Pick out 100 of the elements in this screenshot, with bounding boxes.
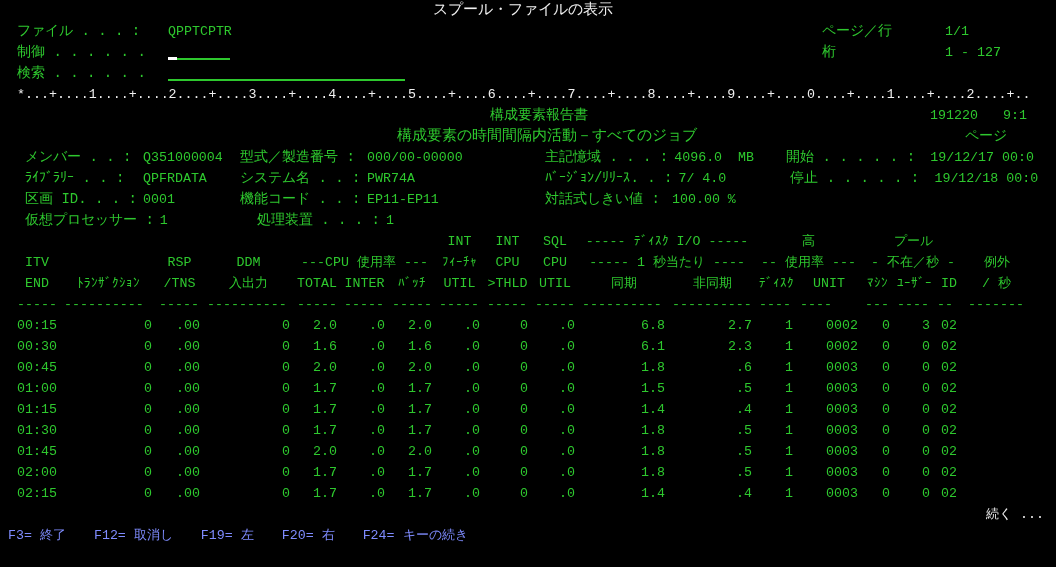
column-header: INTER [344,276,385,291]
column-header: ---CPU 使用率 --- [301,255,428,270]
screen-title: スプール・ファイルの表示 [433,0,613,21]
table-cell: .4 [736,486,752,501]
table-cell: 0 [282,381,290,396]
table-cell: 0003 [826,381,858,396]
info-value: 19/12/18 00:0 [934,170,1040,188]
column-header: SQL [543,234,567,249]
table-cell: 1.8 [641,465,665,480]
table-cell: 1 [785,444,793,459]
table-cell: 0 [922,360,930,375]
table-cell: .0 [464,381,480,396]
table-cell: 1.6 [313,339,337,354]
table-cell: .0 [559,444,575,459]
column-header: END [25,276,49,291]
column-header: ﾕｰｻﾞｰ [897,276,932,291]
column-rule: ----- [344,297,384,312]
table-cell: 0002 [826,339,858,354]
table-cell: .0 [559,339,575,354]
column-header: 例外 [983,255,1010,270]
column-rule: ---------- [672,297,752,312]
column-rule: ---- [897,297,929,312]
info-value: 4096.0 MB [674,149,755,167]
table-cell: 1 [785,339,793,354]
column-rule: ----- [392,297,432,312]
table-cell: 0 [882,339,890,354]
info-value: Q351000004 [143,149,224,167]
table-cell: 0 [144,465,152,480]
field-label: 桁 [822,43,837,62]
field-label: 制御 . . . . . . [17,43,147,62]
table-cell: .00 [176,444,200,459]
report-date: 191220 [930,107,979,125]
column-rule: ------- [968,297,1024,312]
table-cell: 0 [144,318,152,333]
table-cell: 02 [941,318,957,333]
column-rule: ----- [439,297,479,312]
table-cell: .00 [176,360,200,375]
table-cell: 0 [520,486,528,501]
table-cell: 02 [941,360,957,375]
table-cell: .00 [176,423,200,438]
table-cell: 02:00 [17,465,57,480]
table-cell: .0 [559,381,575,396]
table-cell: .00 [176,402,200,417]
table-cell: 0 [520,360,528,375]
table-cell: 1.7 [313,423,337,438]
column-rule: ---------- [582,297,662,312]
table-cell: .00 [176,486,200,501]
table-cell: 0 [282,486,290,501]
table-cell: 0 [922,402,930,417]
table-cell: .0 [464,423,480,438]
column-header: ----- 1 秒当たり ---- [589,255,745,270]
table-cell: 0003 [826,465,858,480]
table-cell: 1.6 [408,339,432,354]
report-title: 構成要素報告書 [489,106,589,125]
table-cell: 1.8 [641,360,665,375]
table-cell: 1 [785,360,793,375]
table-cell: .00 [176,339,200,354]
column-header: UTIL [539,276,571,291]
table-cell: 0 [144,402,152,417]
table-cell: .0 [559,360,575,375]
column-header: 非同期 [692,276,732,291]
table-cell: 0 [882,486,890,501]
table-cell: 01:30 [17,423,57,438]
report-time: 9:1 [1003,107,1027,125]
table-cell: .0 [369,444,385,459]
table-cell: .0 [559,402,575,417]
table-cell: 0002 [826,318,858,333]
report-subtitle: 構成要素の時間間隔内活動－すべてのジョブ [396,126,698,147]
column-header: - 不在／秒 - [871,255,955,270]
info-value: 1 [159,212,169,230]
table-cell: 1.7 [313,486,337,501]
table-cell: 1 [785,318,793,333]
info-label: システム名 . . : [240,169,362,188]
table-cell: 0 [282,360,290,375]
table-cell: 0 [922,465,930,480]
column-header: プール [893,234,933,249]
table-cell: .0 [559,423,575,438]
table-cell: 2.0 [408,360,432,375]
table-cell: 0 [282,444,290,459]
table-cell: .0 [559,486,575,501]
column-header: 入出力 [229,276,268,291]
table-cell: 0 [520,318,528,333]
table-cell: 1.7 [408,486,432,501]
table-cell: 02 [941,465,957,480]
table-cell: 2.0 [313,318,337,333]
column-rule: ---------- [207,297,287,312]
table-cell: .0 [369,360,385,375]
column-header: ﾏｼﾝ [867,276,888,291]
table-cell: 2.7 [728,318,752,333]
column-header: RSP [167,255,192,270]
table-cell: 2.0 [313,360,337,375]
column-header: ﾃﾞｨｽｸ [759,276,794,291]
table-cell: 1.5 [641,381,665,396]
column-header: 高 [802,234,815,249]
table-cell: 6.8 [641,318,665,333]
column-header: TOTAL [297,276,337,291]
column-rule: --- [865,297,889,312]
column-rule: -- [937,297,953,312]
table-cell: 0 [882,444,890,459]
table-cell: 0 [282,318,290,333]
